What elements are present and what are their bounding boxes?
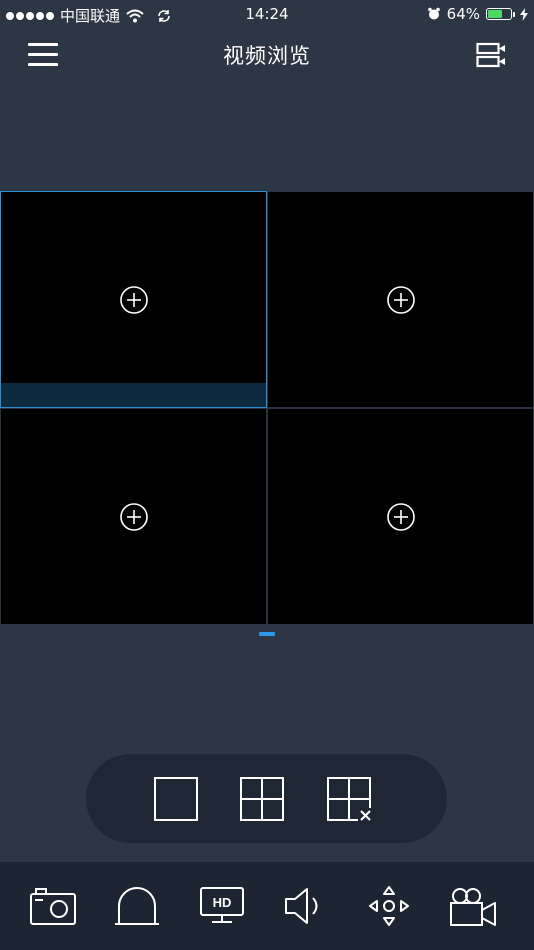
video-record-icon [450,888,496,926]
single-view-button[interactable] [153,776,199,822]
nav-bar: 视频浏览 [0,28,534,80]
alarm-clock-icon [427,7,440,20]
speaker-icon [285,888,318,924]
status-bar: 中国联通 14:24 64% [0,0,534,28]
alarm-button[interactable] [112,884,162,928]
video-cell-4[interactable] [267,408,534,625]
alarm-light-icon [115,887,159,925]
video-cell-3[interactable] [0,408,267,625]
hd-icon: HD [200,887,244,923]
quad-view-button[interactable] [239,776,285,822]
single-view-icon [154,777,198,821]
record-button[interactable] [448,884,498,928]
ptz-direction-icon [369,886,409,926]
video-grid [0,191,534,625]
add-camera-icon[interactable] [119,285,149,315]
status-right: 64% [427,5,528,23]
cell-info-bar [1,383,266,407]
page-indicator [259,632,275,636]
battery-level-fill [488,10,503,18]
close-view-button[interactable] [326,776,372,822]
video-cell-2[interactable] [267,191,534,408]
ptz-button[interactable] [364,884,414,928]
page-title: 视频浏览 [223,44,311,68]
audio-button[interactable] [282,884,332,928]
battery-percent: 64% [446,5,480,23]
hd-button[interactable]: HD [197,884,247,928]
close-view-icon [327,777,371,821]
camera-snapshot-icon [30,888,76,925]
bottom-toolbar: HD [0,862,534,950]
svg-text:HD: HD [213,895,232,910]
add-camera-icon[interactable] [386,502,416,532]
snapshot-button[interactable] [28,884,78,928]
camera-list-button[interactable] [476,41,506,69]
video-cell-1[interactable] [0,191,267,408]
layout-switcher [86,754,447,843]
camera-list-icon [476,42,505,68]
add-camera-icon[interactable] [386,285,416,315]
quad-view-icon [240,777,284,821]
charging-bolt-icon [520,7,528,21]
battery-icon [486,8,515,20]
add-camera-icon[interactable] [119,502,149,532]
